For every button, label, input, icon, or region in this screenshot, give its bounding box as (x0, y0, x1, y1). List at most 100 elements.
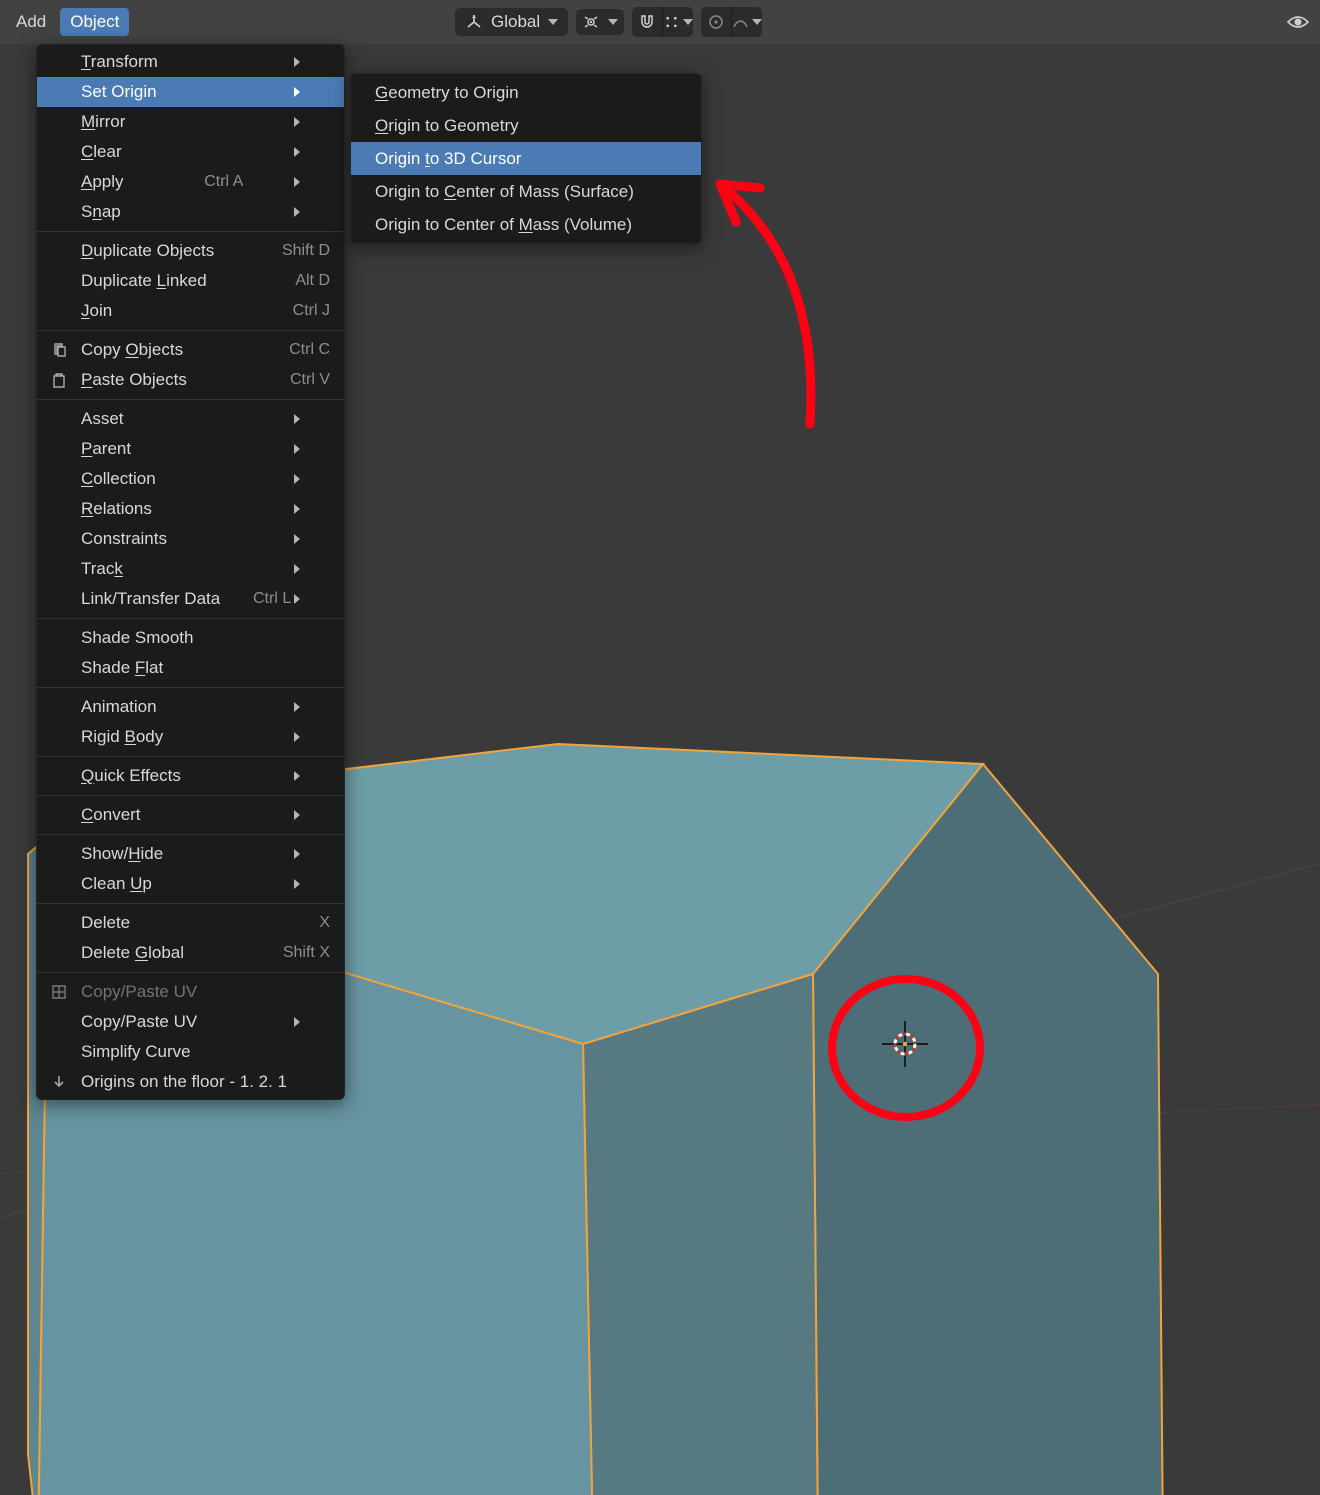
chevron-down-icon (752, 19, 762, 25)
menu-item[interactable]: Quick Effects (37, 761, 344, 791)
submenu-arrow-icon (294, 474, 330, 484)
menu-shortcut: Ctrl J (263, 302, 330, 320)
menu-item-label: Track (81, 559, 123, 579)
menu-item[interactable]: JoinCtrl J (37, 296, 344, 326)
menu-item[interactable]: Duplicate LinkedAlt D (37, 266, 344, 296)
submenu-item[interactable]: Origin to Center of Mass (Volume) (351, 208, 701, 241)
menu-item[interactable]: Constraints (37, 524, 344, 554)
menu-item[interactable]: Track (37, 554, 344, 584)
submenu-arrow-icon (294, 564, 330, 574)
menu-item[interactable]: Show/Hide (37, 839, 344, 869)
snap-cluster (632, 7, 693, 37)
submenu-arrow-icon (294, 534, 330, 544)
menu-separator (37, 618, 344, 619)
proportional-falloff[interactable] (731, 7, 762, 37)
menu-item[interactable]: Set Origin (37, 77, 344, 107)
down-icon (50, 1073, 68, 1091)
menu-item[interactable]: Clear (37, 137, 344, 167)
orientation-dropdown[interactable]: Global (455, 8, 568, 36)
menu-item[interactable]: Copy Objects Ctrl C (37, 335, 344, 365)
menu-item-label: Paste Objects (81, 370, 187, 390)
pivot-dropdown[interactable] (576, 9, 624, 35)
menu-item[interactable]: Copy/Paste UV (37, 1007, 344, 1037)
header-left: Add Object (6, 8, 129, 36)
menu-item-label: Quick Effects (81, 766, 181, 786)
submenu-arrow-icon (294, 1017, 330, 1027)
annotation-arrow (680, 174, 900, 434)
menu-separator (37, 330, 344, 331)
proportional-cluster (701, 7, 762, 37)
menu-item[interactable]: Snap (37, 197, 344, 227)
menu-item-label: Copy Objects (81, 340, 183, 360)
menu-shortcut: Ctrl C (259, 341, 330, 359)
chevron-down-icon (683, 19, 693, 25)
menu-item-icon (49, 982, 69, 1002)
menu-item-label: Clean Up (81, 874, 152, 894)
menu-add[interactable]: Add (6, 8, 56, 36)
menu-item[interactable]: Asset (37, 404, 344, 434)
magnet-icon (638, 13, 656, 31)
object-menu: Transform Set Origin Mirror Clear Apply Ctrl … (36, 44, 345, 1100)
menu-item[interactable]: Collection (37, 464, 344, 494)
menu-item-label: Set Origin (81, 82, 157, 102)
axes-icon (465, 13, 483, 31)
chevron-down-icon (548, 19, 558, 25)
menu-item-label: Apply (81, 172, 124, 192)
menu-item-label: Shade Flat (81, 658, 163, 678)
menu-item[interactable]: Rigid Body (37, 722, 344, 752)
menu-item[interactable]: Link/Transfer DataCtrl L (37, 584, 344, 614)
eye-icon[interactable] (1284, 8, 1312, 36)
menu-item[interactable]: Relations (37, 494, 344, 524)
menu-item[interactable]: Apply Ctrl A (37, 167, 344, 197)
menu-item[interactable]: Convert (37, 800, 344, 830)
menu-shortcut: Ctrl A (174, 173, 243, 191)
submenu-item[interactable]: Origin to 3D Cursor (351, 142, 701, 175)
menu-item[interactable]: Shade Flat (37, 653, 344, 683)
submenu-item-label: Origin to Center of Mass (Volume) (375, 215, 632, 235)
menu-item-label: Transform (81, 52, 158, 72)
menu-item[interactable]: Animation (37, 692, 344, 722)
menu-item[interactable]: Origins on the floor - 1. 2. 1 (37, 1067, 344, 1097)
paste-icon (50, 371, 68, 389)
menu-item-label: Show/Hide (81, 844, 163, 864)
menu-item[interactable]: Parent (37, 434, 344, 464)
menu-shortcut: Ctrl L (223, 590, 291, 608)
menu-item[interactable]: Delete GlobalShift X (37, 938, 344, 968)
set-origin-submenu: Geometry to Origin Origin to Geometry Orig… (350, 73, 702, 244)
menu-item[interactable]: Duplicate ObjectsShift D (37, 236, 344, 266)
submenu-arrow-icon (294, 117, 330, 127)
submenu-arrow-icon (294, 504, 330, 514)
menu-item-label: Parent (81, 439, 131, 459)
submenu-arrow-icon (294, 810, 330, 820)
menu-separator (37, 834, 344, 835)
menu-separator (37, 903, 344, 904)
pivot-icon (582, 13, 600, 31)
submenu-arrow-icon (294, 732, 330, 742)
submenu-item-label: Geometry to Origin (375, 83, 519, 103)
proportional-toggle[interactable] (701, 7, 731, 37)
menu-item[interactable]: DeleteX (37, 908, 344, 938)
submenu-arrow-icon (294, 702, 330, 712)
menu-item[interactable]: Simplify Curve (37, 1037, 344, 1067)
submenu-item[interactable]: Origin to Geometry (351, 109, 701, 142)
menu-item[interactable]: Clean Up (37, 869, 344, 899)
submenu-item-label: Origin to 3D Cursor (375, 149, 521, 169)
submenu-arrow-icon (294, 147, 330, 157)
menu-item-label: Mirror (81, 112, 125, 132)
menu-separator (37, 687, 344, 688)
submenu-arrow-icon (294, 207, 330, 217)
menu-item[interactable]: Paste ObjectsCtrl V (37, 365, 344, 395)
submenu-arrow-icon (294, 57, 330, 67)
snap-toggle[interactable] (632, 7, 662, 37)
menu-item[interactable]: Transform (37, 47, 344, 77)
viewport-header: Add Object Global (0, 0, 1320, 44)
menu-separator (37, 795, 344, 796)
menu-item-label: Copy/Paste UV (81, 982, 197, 1002)
3d-cursor (882, 1021, 928, 1067)
submenu-item[interactable]: Origin to Center of Mass (Surface) (351, 175, 701, 208)
menu-item[interactable]: Mirror (37, 107, 344, 137)
menu-item[interactable]: Shade Smooth (37, 623, 344, 653)
submenu-item[interactable]: Geometry to Origin (351, 76, 701, 109)
snap-mode[interactable] (662, 7, 693, 37)
menu-object[interactable]: Object (60, 8, 129, 36)
